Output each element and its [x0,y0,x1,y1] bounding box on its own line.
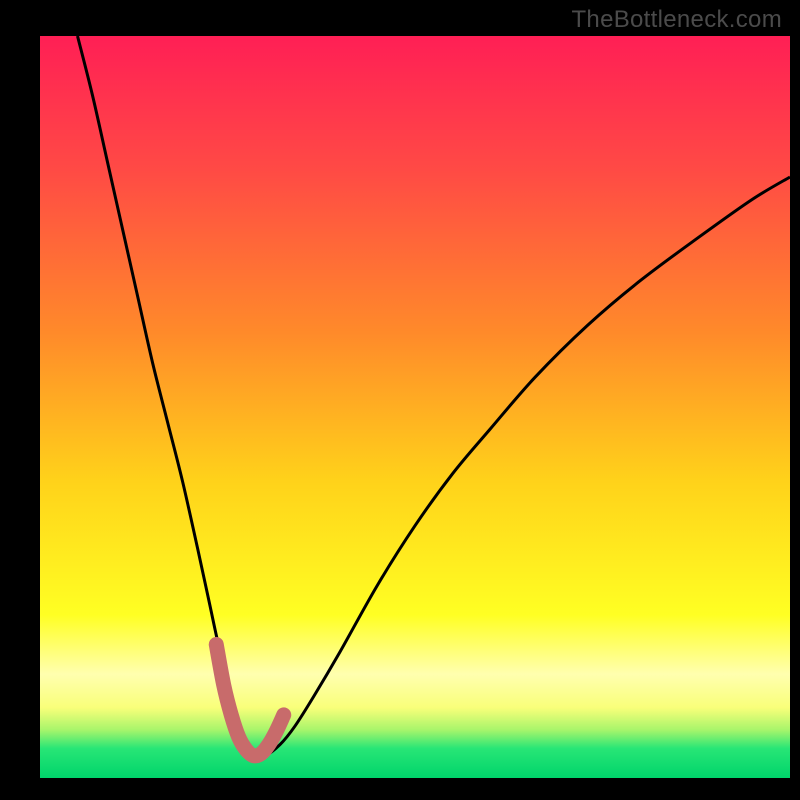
watermark-text: TheBottleneck.com [571,6,782,34]
chart-svg [0,0,800,800]
plot-background [40,36,790,778]
chart-stage: TheBottleneck.com [0,0,800,800]
